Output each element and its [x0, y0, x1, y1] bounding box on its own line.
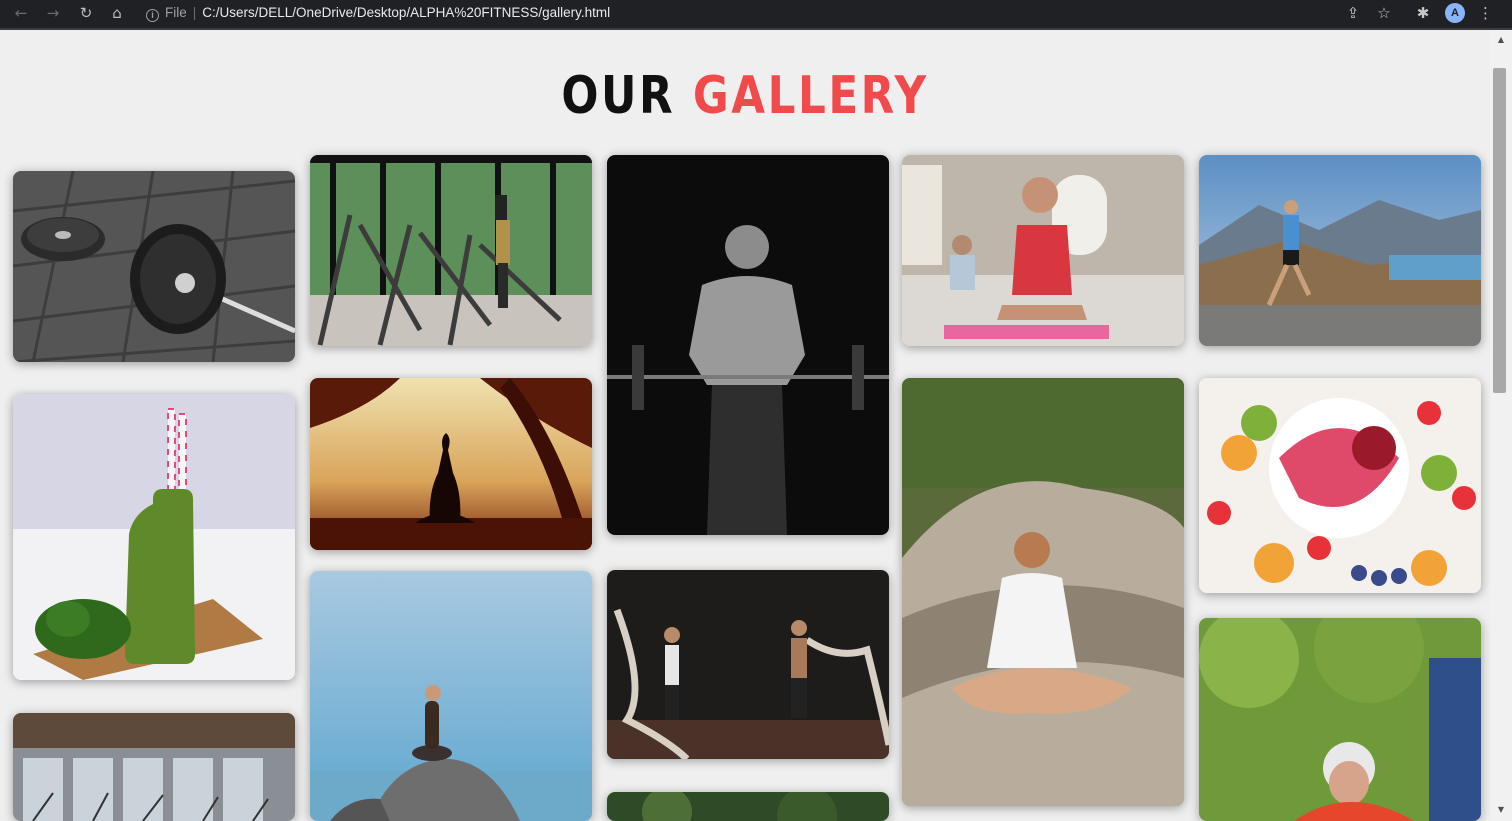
browser-toolbar: ← → ↻ ⌂ i File | C:/Users/DELL/OneDrive/Des…	[0, 0, 1512, 30]
home-icon[interactable]: ⌂	[106, 3, 128, 23]
gallery-image-bodybuilder-barbell[interactable]	[607, 155, 889, 535]
gallery-image-yoga-sunset-silhouette[interactable]	[310, 378, 592, 550]
gallery-image-fruit-bowl[interactable]	[1199, 378, 1481, 593]
gallery-image-runner-mountains[interactable]	[1199, 155, 1481, 346]
gallery-image-treadmills[interactable]	[310, 155, 592, 346]
menu-icon[interactable]: ⋮	[1478, 3, 1493, 23]
scroll-up-icon[interactable]: ▲	[1494, 34, 1508, 46]
gallery-image-outdoor-partial[interactable]	[607, 792, 889, 821]
gallery-image-barbell-plate[interactable]	[13, 171, 295, 362]
extensions-icon[interactable]: ✱	[1414, 3, 1432, 23]
gallery-image-older-man-outdoor[interactable]	[1199, 618, 1481, 821]
profile-avatar[interactable]: A	[1445, 3, 1465, 23]
gallery-image-battle-ropes[interactable]	[607, 570, 889, 759]
address-bar[interactable]: i File | C:/Users/DELL/OneDrive/Desktop/ALP…	[146, 3, 610, 23]
url-text[interactable]: C:/Users/DELL/OneDrive/Desktop/ALPHA%20F…	[202, 5, 610, 20]
gallery-image-gym-interior[interactable]	[13, 713, 295, 821]
address-separator: |	[192, 5, 197, 20]
scroll-down-icon[interactable]: ▼	[1494, 804, 1508, 816]
back-icon[interactable]: ←	[10, 3, 32, 23]
reload-icon[interactable]: ↻	[75, 3, 97, 23]
scheme-label: File	[165, 5, 187, 20]
share-icon[interactable]: ⇪	[1344, 3, 1362, 23]
gallery-image-woman-plank-mat[interactable]	[902, 155, 1184, 346]
title-word-gallery: GALLERY	[692, 66, 929, 126]
forward-icon[interactable]: →	[42, 3, 64, 23]
site-info-icon[interactable]: i	[146, 9, 159, 22]
gallery-image-yoga-rock-sea[interactable]	[310, 571, 592, 821]
scrollbar-thumb[interactable]	[1493, 68, 1506, 393]
star-icon[interactable]: ☆	[1375, 3, 1393, 23]
page-title: OUR GALLERY	[119, 64, 1371, 128]
gallery-image-woman-meditating-log[interactable]	[902, 378, 1184, 806]
title-word-our: OUR	[561, 66, 676, 126]
gallery-image-green-smoothie[interactable]	[13, 394, 295, 680]
